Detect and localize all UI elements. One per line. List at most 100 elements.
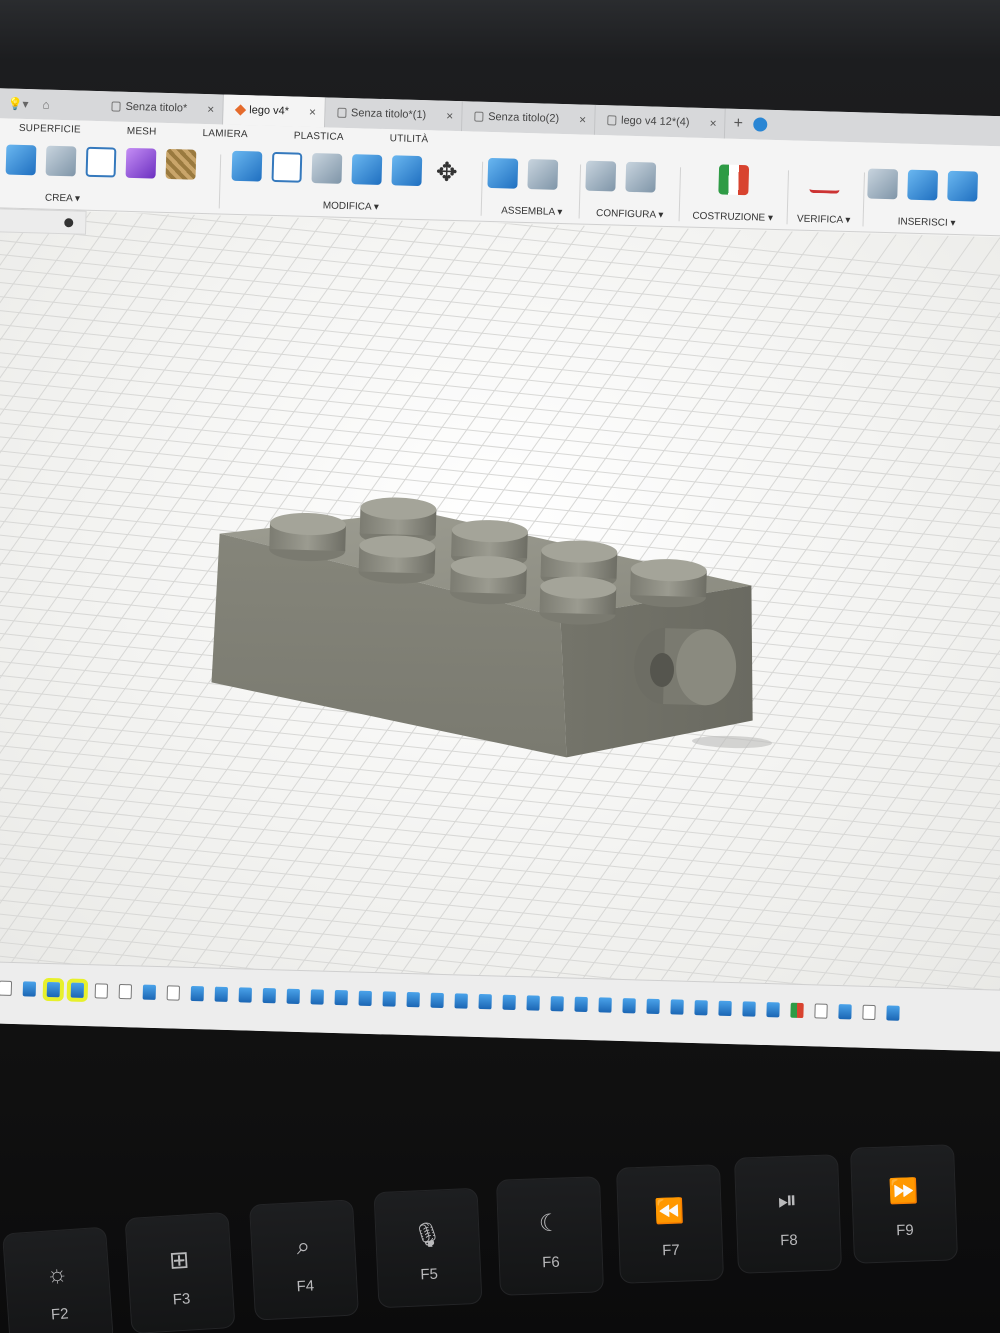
timeline-feature-icon[interactable] xyxy=(238,987,252,1003)
timeline-feature-icon[interactable] xyxy=(142,984,157,1000)
3d-viewport[interactable]: ⊕▾ ▭ ✋ 🔍 ⌕▾ xyxy=(0,208,1000,1052)
combine-icon[interactable] xyxy=(351,154,383,185)
key-f9[interactable]: ⏩ F9 xyxy=(850,1144,958,1264)
home-icon[interactable]: ⌂ xyxy=(42,97,50,111)
timeline-feature-icon[interactable] xyxy=(70,982,85,998)
timeline-feature-icon[interactable] xyxy=(718,1000,732,1017)
key-f6[interactable]: ☾ F6 xyxy=(496,1176,604,1296)
surface-box-icon[interactable] xyxy=(45,145,77,177)
timeline-feature-icon[interactable] xyxy=(790,1002,804,1019)
timeline-feature-icon[interactable] xyxy=(694,1000,708,1016)
close-icon[interactable]: × xyxy=(309,105,316,119)
lightbulb-icon[interactable]: 💡▾ xyxy=(7,96,28,111)
tab-lego-v4-12[interactable]: lego v4 12*(4) × xyxy=(594,104,726,139)
key-f3[interactable]: ⊞ F3 xyxy=(124,1211,236,1333)
group-label-assembla[interactable]: ASSEMBLA ▾ xyxy=(487,205,577,219)
group-assembla: ASSEMBLA ▾ xyxy=(487,157,579,222)
timeline-feature-icon[interactable] xyxy=(502,994,516,1011)
timeline-feature-icon[interactable] xyxy=(262,987,276,1004)
measure-icon[interactable] xyxy=(809,174,840,194)
tab-senza-titolo-1[interactable]: Senza titolo*(1) × xyxy=(324,97,463,132)
timeline-feature-icon[interactable] xyxy=(670,999,684,1015)
timeline-feature-icon[interactable] xyxy=(334,989,348,1006)
texture-icon[interactable] xyxy=(165,148,197,180)
key-label: F3 xyxy=(172,1290,191,1309)
timeline-feature-icon[interactable] xyxy=(622,998,636,1014)
close-icon[interactable]: × xyxy=(709,116,716,130)
timeline-feature-icon[interactable] xyxy=(190,985,205,1002)
sketch-rectangle-icon[interactable] xyxy=(85,146,117,178)
timeline-feature-icon[interactable] xyxy=(286,988,300,1005)
tab-mesh[interactable]: MESH xyxy=(127,126,157,138)
timeline-feature-icon[interactable] xyxy=(430,992,444,1009)
timeline-feature-icon[interactable] xyxy=(886,1005,900,1021)
key-f2[interactable]: ☼ F2 xyxy=(2,1226,114,1333)
tab-plastica[interactable]: PLASTICA xyxy=(294,131,344,143)
joint-icon[interactable] xyxy=(527,159,559,190)
timeline-feature-icon[interactable] xyxy=(574,996,588,1013)
lego-brick-model[interactable] xyxy=(0,209,1000,990)
group-label-seleziona[interactable]: SE xyxy=(994,219,1000,231)
group-label-configura[interactable]: CONFIGURA ▾ xyxy=(585,208,675,222)
help-icon[interactable] xyxy=(752,117,768,132)
new-tab-icon[interactable]: + xyxy=(733,115,743,133)
timeline-sketch-icon[interactable] xyxy=(0,980,13,996)
insert-text-icon[interactable] xyxy=(907,169,939,201)
tab-senza-titolo[interactable]: Senza titolo* × xyxy=(99,91,224,125)
new-component-icon[interactable] xyxy=(487,157,519,189)
timeline-feature-icon[interactable] xyxy=(646,998,660,1015)
browser-panel-collapsed[interactable] xyxy=(0,207,87,235)
timeline-feature-icon[interactable] xyxy=(478,994,492,1010)
timeline-feature-icon[interactable] xyxy=(598,997,612,1013)
collapse-icon[interactable] xyxy=(64,218,74,228)
move-icon[interactable]: ✥ xyxy=(431,156,462,187)
timeline-feature-icon[interactable] xyxy=(838,1004,852,1020)
group-label-costruzione[interactable]: COSTRUZIONE ▾ xyxy=(683,210,783,224)
tab-lego-v4[interactable]: lego v4* × xyxy=(222,94,326,128)
timeline-feature-icon[interactable] xyxy=(454,993,468,1009)
tab-lamiera[interactable]: LAMIERA xyxy=(202,128,248,140)
close-icon[interactable]: × xyxy=(207,102,214,116)
timeline-feature-icon[interactable] xyxy=(382,991,396,1007)
timeline-feature-icon[interactable] xyxy=(766,1002,780,1018)
timeline-feature-icon[interactable] xyxy=(526,995,540,1011)
insert-derive-icon[interactable] xyxy=(867,168,899,200)
timeline-sketch-icon[interactable] xyxy=(862,1004,876,1021)
tab-superficie[interactable]: SUPERFICIE xyxy=(19,123,81,136)
group-label-verifica[interactable]: VERIFICA ▾ xyxy=(789,213,859,226)
key-f5[interactable]: 🎙 F5 xyxy=(373,1187,483,1309)
timeline-feature-icon[interactable] xyxy=(358,990,372,1007)
key-f4[interactable]: ⌕ F4 xyxy=(249,1199,359,1321)
timeline-feature-icon[interactable] xyxy=(214,986,228,1002)
key-f8[interactable]: ⏯ F8 xyxy=(734,1154,842,1274)
surface-patch-icon[interactable] xyxy=(5,144,37,176)
group-label-inserisci[interactable]: INSERISCI ▾ xyxy=(866,216,986,230)
key-label: F4 xyxy=(296,1277,315,1296)
timeline-feature-icon[interactable] xyxy=(22,981,37,997)
tab-utilita[interactable]: UTILITÀ xyxy=(390,133,429,145)
timeline-feature-icon[interactable] xyxy=(310,989,324,1005)
group-label-modifica[interactable]: MODIFICA ▾ xyxy=(231,198,471,216)
parameters-icon[interactable] xyxy=(585,160,617,192)
offset-plane-icon[interactable] xyxy=(718,164,750,196)
insert-image-icon[interactable] xyxy=(947,170,979,202)
fillet-icon[interactable] xyxy=(271,151,303,183)
table-config-icon[interactable] xyxy=(625,161,657,193)
form-create-icon[interactable] xyxy=(125,147,157,179)
timeline-sketch-icon[interactable] xyxy=(814,1003,828,1019)
timeline-feature-icon[interactable] xyxy=(742,1001,756,1017)
tab-senza-titolo-2[interactable]: Senza titolo(2) × xyxy=(461,101,596,135)
key-f7[interactable]: ⏪ F7 xyxy=(616,1164,724,1284)
press-pull-icon[interactable] xyxy=(231,150,263,182)
group-label-crea[interactable]: CREA ▾ xyxy=(5,191,205,208)
timeline-feature-icon[interactable] xyxy=(46,981,61,998)
timeline-feature-icon[interactable] xyxy=(406,991,420,1008)
shell-icon[interactable] xyxy=(311,153,343,184)
timeline-sketch-icon[interactable] xyxy=(118,983,133,1000)
timeline-sketch-icon[interactable] xyxy=(94,983,109,999)
close-icon[interactable]: × xyxy=(579,112,586,126)
split-body-icon[interactable] xyxy=(391,155,423,187)
close-icon[interactable]: × xyxy=(446,109,453,123)
timeline-sketch-icon[interactable] xyxy=(166,985,181,1001)
timeline-feature-icon[interactable] xyxy=(550,996,564,1012)
